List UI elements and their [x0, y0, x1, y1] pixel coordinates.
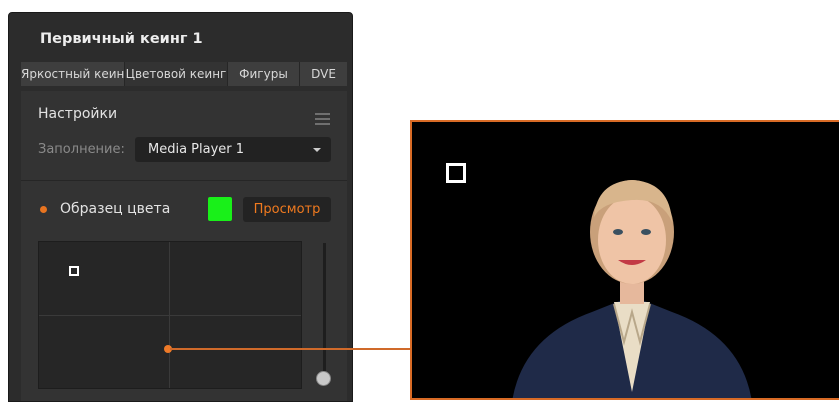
- tab-luma-key[interactable]: Яркостный кеинг: [21, 62, 125, 86]
- tab-pattern[interactable]: Фигуры: [228, 62, 300, 86]
- settings-title: Настройки: [38, 106, 118, 122]
- sample-cursor-square-preview: [446, 163, 466, 183]
- color-picker-area[interactable]: [38, 241, 302, 389]
- fill-source-dropdown[interactable]: Media Player 1: [135, 137, 331, 162]
- preview-button[interactable]: Просмотр: [243, 197, 331, 222]
- callout-line: [170, 348, 411, 350]
- color-sample-label: Образец цвета: [60, 201, 171, 217]
- tab-dve[interactable]: DVE: [300, 62, 347, 86]
- menu-icon[interactable]: [315, 113, 330, 128]
- color-swatch[interactable]: [208, 197, 232, 221]
- primary-keyer-panel: Первичный кеинг 1 Яркостный кеинг Цветов…: [8, 12, 353, 402]
- chevron-down-icon: [313, 148, 321, 152]
- panel-title: Первичный кеинг 1: [40, 31, 203, 47]
- fill-label: Заполнение:: [38, 142, 125, 157]
- picker-horizontal-gridline: [39, 315, 301, 316]
- active-indicator-dot: [40, 206, 47, 213]
- divider: [21, 180, 347, 181]
- chroma-key-settings: Настройки Заполнение: Media Player 1 Обр…: [21, 91, 347, 401]
- keyer-tabs: Яркостный кеинг Цветовой кеинг Фигуры DV…: [21, 62, 347, 86]
- presenter-image: [512, 180, 752, 398]
- sample-cursor-square[interactable]: [69, 266, 79, 276]
- vertical-slider-knob[interactable]: [316, 371, 331, 386]
- fill-source-value: Media Player 1: [148, 142, 245, 157]
- vertical-slider-track[interactable]: [323, 243, 326, 383]
- tab-chroma-key[interactable]: Цветовой кеинг: [125, 62, 228, 86]
- video-preview: [410, 120, 839, 400]
